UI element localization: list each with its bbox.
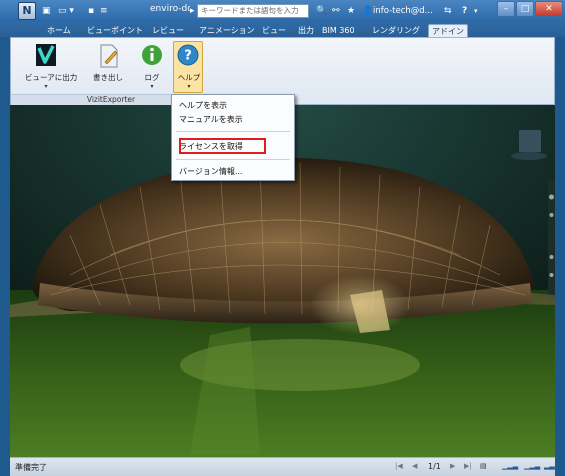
help-button[interactable]: ? ヘルプ ▾ (173, 41, 203, 93)
minimize-button[interactable]: – (497, 1, 515, 17)
tab-view[interactable]: ビュー (259, 24, 289, 37)
save-icon[interactable]: ▭ ▾ (58, 4, 74, 18)
disk-bar-icon: ▂▃ (544, 462, 555, 470)
help-label: ヘルプ (177, 73, 201, 82)
quick-access-icon[interactable]: ▪ (88, 4, 94, 18)
svg-text:?: ? (184, 49, 192, 64)
quick-access-menu-icon[interactable]: ≡ (100, 4, 108, 18)
first-page-icon[interactable]: |◀ (395, 462, 403, 470)
star-icon[interactable]: ★ (347, 4, 355, 18)
search-input[interactable]: キーワードまたは語句を入力 (197, 4, 309, 18)
help-circle-icon: ? (177, 44, 199, 66)
log-button[interactable]: ログ ▾ (137, 42, 167, 94)
help-dropdown-menu: ヘルプを表示 マニュアルを表示 ライセンスを取得 バージョン情報... (171, 94, 295, 181)
chevron-down-icon: ▾ (44, 83, 48, 90)
tab-review[interactable]: レビュー (149, 24, 187, 37)
chevron-down-icon: ▾ (187, 83, 191, 90)
binoculars-icon[interactable]: 🔍 (316, 4, 327, 18)
export-button[interactable]: 書き出し (93, 42, 123, 94)
maximize-button[interactable]: □ (516, 1, 534, 17)
log-label: ログ (144, 73, 160, 82)
tab-home[interactable]: ホーム (44, 24, 74, 37)
vizit-logo-icon (36, 44, 56, 66)
tab-animation[interactable]: アニメーション (196, 24, 258, 37)
title-bar: N ▣ ▭ ▾ ▪ ≡ enviro-do... ▸ キーワードまたは語句を入力… (0, 0, 565, 22)
menu-item-show-manual[interactable]: マニュアルを表示 (175, 113, 291, 126)
page-indicator: 1/1 (428, 462, 441, 471)
performance-bar-icon: ▁▂▃ (502, 462, 519, 470)
tab-bim360[interactable]: BIM 360 (319, 24, 358, 37)
title-dropdown-icon[interactable]: ▸ (190, 4, 195, 18)
tab-addins[interactable]: アドイン (428, 24, 468, 37)
status-text: 準備完了 (15, 463, 47, 472)
tab-output[interactable]: 出力 (295, 24, 317, 37)
menu-separator (176, 159, 290, 160)
app-logo-icon[interactable]: N (18, 2, 36, 20)
exchange-icon[interactable]: ⇆ (444, 4, 452, 18)
user-icon[interactable]: 👤 (362, 4, 373, 18)
menu-separator (176, 131, 290, 132)
tab-rendering[interactable]: レンダリング (369, 24, 423, 37)
export-to-viewer-button[interactable]: ビューアに出力 ▾ (25, 42, 77, 94)
menu-item-show-help[interactable]: ヘルプを表示 (175, 99, 291, 112)
help-icon[interactable]: ? (462, 4, 467, 18)
close-button[interactable]: ✕ (535, 1, 563, 17)
last-page-icon[interactable]: ▶| (464, 462, 472, 470)
previous-page-icon[interactable]: ◀ (412, 462, 417, 470)
next-page-icon[interactable]: ▶ (450, 462, 455, 470)
export-to-viewer-label: ビューアに出力 (25, 73, 78, 82)
export-label: 書き出し (93, 73, 123, 82)
window-title: enviro-do... (150, 4, 190, 14)
menu-item-version-info[interactable]: バージョン情報... (175, 165, 291, 178)
ribbon-tabs: ホーム ビューポイント レビュー アニメーション ビュー 出力 BIM 360 … (0, 22, 565, 37)
chevron-down-icon: ▾ (150, 83, 154, 90)
license-highlight-box (179, 138, 266, 154)
sheet-icon[interactable]: ▤ (480, 462, 487, 470)
document-edit-icon (100, 44, 118, 68)
help-dropdown-icon[interactable]: ▾ (474, 4, 478, 18)
info-icon (142, 45, 162, 65)
memory-bar-icon: ▁▂▃ (524, 462, 541, 470)
user-account[interactable]: info-tech@d... (373, 4, 433, 18)
satellite-icon[interactable]: ⚯ (332, 4, 340, 18)
tab-viewpoint[interactable]: ビューポイント (84, 24, 146, 37)
open-icon[interactable]: ▣ (42, 4, 51, 18)
status-bar: 準備完了 |◀ ◀ 1/1 ▶ ▶| ▤ ▁▂▃ ▁▂▃ ▂▃ (10, 457, 555, 476)
